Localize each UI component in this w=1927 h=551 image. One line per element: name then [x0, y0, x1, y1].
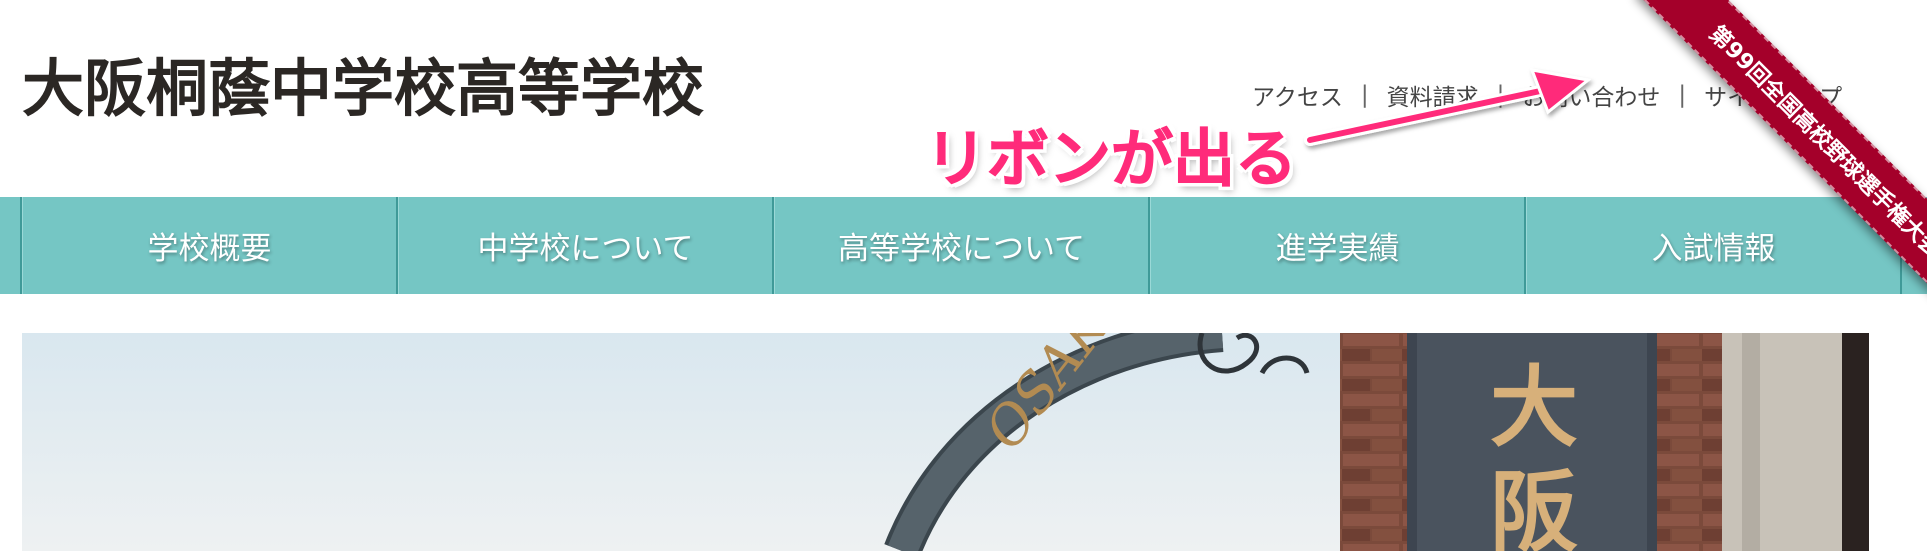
utility-separator: |: [1360, 82, 1369, 108]
site-title-logo[interactable]: 大阪桐蔭中学校高等学校: [22, 58, 704, 120]
ribbon-corner: 第99回全国高校野球選手権大会出場: [1507, 0, 1927, 420]
nav-item-high-school[interactable]: 高等学校について: [774, 197, 1150, 294]
annotation-label: リボンが出る: [924, 122, 1298, 196]
utility-separator: |: [1496, 82, 1505, 108]
global-nav-edge: [0, 197, 22, 294]
nav-item-school-overview[interactable]: 学校概要: [22, 197, 398, 294]
utility-link-access[interactable]: アクセス: [1252, 78, 1343, 112]
utility-link-request-materials[interactable]: 資料請求: [1387, 78, 1479, 112]
plaque-char-2: 阪: [1490, 460, 1578, 551]
nav-item-junior-high[interactable]: 中学校について: [398, 197, 774, 294]
ribbon-banner[interactable]: 第99回全国高校野球選手権大会出場: [1636, 0, 1927, 362]
nav-item-advancement-record[interactable]: 進学実績: [1150, 197, 1526, 294]
ribbon-text: 第99回全国高校野球選手権大会出場: [1703, 21, 1927, 295]
page: 大阪桐蔭中学校高等学校 アクセス | 資料請求 | お問い合わせ | サイトマッ…: [0, 0, 1927, 551]
